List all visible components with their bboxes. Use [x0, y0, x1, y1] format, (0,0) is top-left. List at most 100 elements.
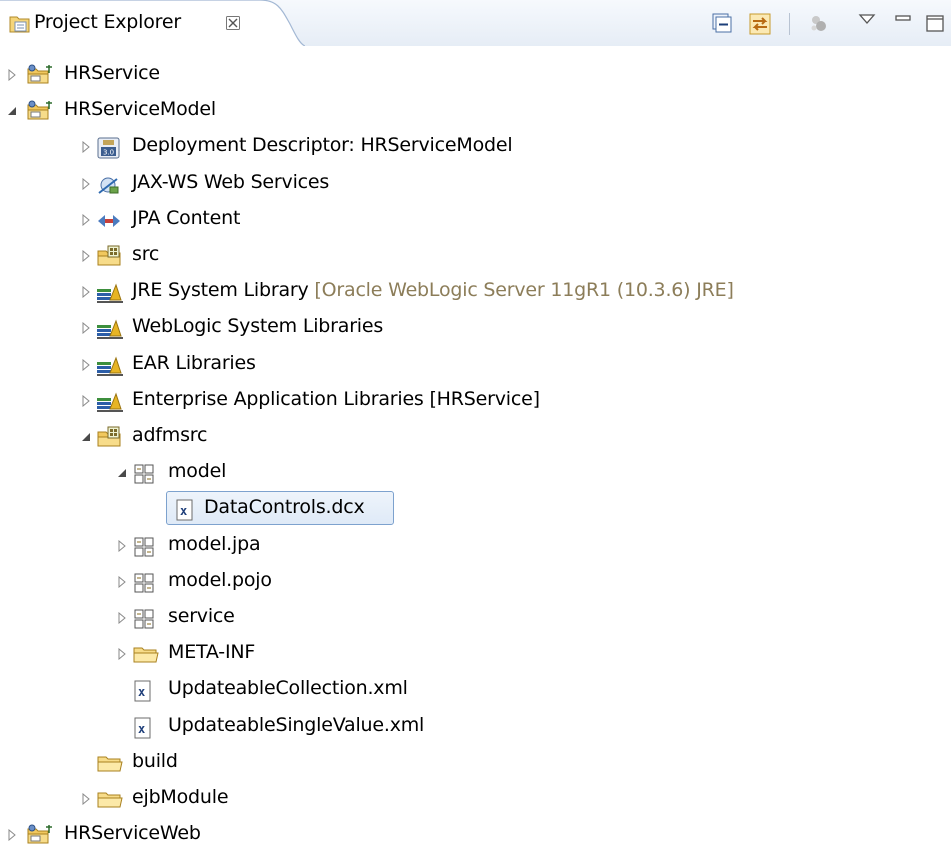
project-icon	[27, 64, 52, 84]
tree-item-label: ejbModule	[132, 786, 229, 808]
tree-item-label: META-INF	[168, 641, 255, 663]
collapse-arrow-icon[interactable]	[116, 467, 128, 479]
tree-item-label: adfmsrc	[132, 424, 207, 446]
deployment-descriptor-icon: 3.0	[97, 137, 120, 159]
tree-item-label: UpdateableSingleValue.xml	[168, 714, 424, 736]
tree-item-text: model	[168, 460, 227, 483]
maximize-icon[interactable]	[924, 12, 946, 34]
source-folder-icon	[97, 245, 121, 266]
tree-item-label: model.pojo	[168, 569, 272, 591]
tree-item-label: src	[132, 243, 159, 265]
tree-item[interactable]: service	[0, 600, 951, 636]
expand-arrow-icon[interactable]	[116, 612, 128, 624]
tree-item[interactable]: model	[0, 455, 951, 491]
tree-item[interactable]: model.jpa	[0, 528, 951, 564]
library-icon	[97, 356, 123, 376]
tree-item[interactable]: build	[0, 745, 951, 781]
expand-arrow-icon[interactable]	[80, 322, 92, 335]
tree-item-label: HRService	[64, 62, 160, 84]
svg-text:x: x	[180, 504, 187, 518]
tree-item[interactable]: EAR Libraries	[0, 347, 951, 383]
tree-item[interactable]: WebLogic System Libraries	[0, 310, 951, 346]
tree-item-label: model	[168, 460, 226, 482]
tree-item[interactable]: JRE System Library [Oracle WebLogic Serv…	[0, 274, 951, 310]
collapse-all-icon[interactable]	[711, 12, 733, 34]
expand-arrow-icon[interactable]	[80, 358, 92, 371]
tree-item[interactable]: JPA Content	[0, 202, 951, 238]
tree-item[interactable]: x DataControls.dcx	[0, 491, 951, 527]
tree-item-text: UpdateableSingleValue.xml	[168, 713, 425, 736]
expand-arrow-icon[interactable]	[80, 793, 92, 805]
tree-item[interactable]: src	[0, 238, 951, 274]
project-icon	[27, 824, 52, 844]
tree-item-text: service	[168, 605, 235, 627]
close-icon[interactable]	[226, 16, 240, 30]
tree-item-text: DataControls.dcx	[204, 496, 365, 519]
minimize-icon[interactable]	[894, 12, 912, 26]
tab-project-explorer[interactable]: Project Explorer	[0, 0, 305, 46]
expand-arrow-icon[interactable]	[116, 648, 128, 661]
web-services-icon	[98, 177, 119, 194]
tree-item[interactable]: 3.0 Deployment Descriptor: HRServiceMode…	[0, 129, 951, 165]
tree-item[interactable]: META-INF	[0, 636, 951, 672]
package-icon	[134, 464, 154, 484]
xml-file-icon: x	[176, 499, 193, 521]
xml-file-icon: x	[134, 717, 151, 739]
collapse-arrow-icon[interactable]	[6, 105, 18, 117]
tree-item[interactable]: HRServiceModel	[0, 93, 951, 129]
tree-item-text: HRServiceWeb	[64, 822, 201, 845]
tree-item-label: WebLogic System Libraries	[132, 315, 383, 337]
tree-item[interactable]: x UpdateableCollection.xml	[0, 672, 951, 708]
tree-item-label: JRE System Library [Oracle WebLogic Serv…	[132, 279, 734, 301]
tree-item-text: build	[132, 749, 178, 772]
tree-item-text: Deployment Descriptor: HRServiceModel	[132, 134, 513, 157]
expand-arrow-icon[interactable]	[80, 250, 92, 262]
project-explorer-icon	[9, 16, 30, 33]
filter-icon[interactable]	[808, 12, 830, 34]
library-icon	[97, 283, 123, 304]
expand-arrow-icon[interactable]	[80, 286, 92, 299]
tree-item[interactable]: Enterprise Application Libraries [HRServ…	[0, 383, 951, 419]
tree-item-text: JRE System Library	[132, 279, 309, 302]
svg-text:x: x	[138, 722, 145, 736]
tree-item-label: JAX-WS Web Services	[132, 171, 329, 193]
svg-text:x: x	[138, 685, 145, 699]
expand-arrow-icon[interactable]	[6, 69, 18, 81]
tree-item[interactable]: adfmsrc	[0, 419, 951, 455]
collapse-arrow-icon[interactable]	[80, 431, 92, 443]
tree-item-label: DataControls.dcx	[204, 496, 365, 518]
tree-item-text: JPA Content	[132, 206, 241, 229]
expand-arrow-icon[interactable]	[80, 213, 92, 226]
tree-item-label: service	[168, 605, 235, 627]
link-with-editor-icon[interactable]	[748, 12, 774, 36]
tree-item-text: META-INF	[168, 641, 256, 664]
tree-item-label: JPA Content	[132, 207, 240, 229]
project-tree[interactable]: HRService HRServiceModel 3.0 Deployment …	[0, 46, 951, 854]
tree-item-text: src	[132, 243, 160, 265]
expand-arrow-icon[interactable]	[80, 141, 92, 154]
tree-item-text: HRServiceModel	[64, 98, 216, 121]
expand-arrow-icon[interactable]	[116, 575, 128, 588]
tree-item[interactable]: model.pojo	[0, 564, 951, 600]
tree-item[interactable]: x UpdateableSingleValue.xml	[0, 709, 951, 745]
tree-item[interactable]: HRService	[0, 57, 951, 93]
expand-arrow-icon[interactable]	[6, 829, 18, 842]
tree-item-text: WebLogic System Libraries	[132, 315, 384, 338]
tree-item-decoration: [Oracle WebLogic Server 11gR1 (10.3.6) J…	[308, 279, 734, 302]
tree-item[interactable]: HRServiceWeb	[0, 817, 951, 853]
jpa-icon	[98, 214, 120, 227]
tree-item-label: HRServiceModel	[64, 98, 216, 120]
xml-file-icon: x	[134, 680, 151, 702]
tree-item[interactable]: ejbModule	[0, 781, 951, 817]
expand-arrow-icon[interactable]	[116, 539, 128, 552]
tree-item-text: model.pojo	[168, 568, 272, 591]
expand-arrow-icon[interactable]	[80, 394, 92, 407]
view-menu-icon[interactable]	[858, 12, 876, 26]
tree-item-text: JAX-WS Web Services	[132, 170, 330, 193]
tree-item-text: ejbModule	[132, 786, 229, 808]
expand-arrow-icon[interactable]	[80, 177, 92, 190]
tree-item-text: HRService	[64, 62, 160, 84]
svg-text:3.0: 3.0	[103, 149, 114, 157]
project-icon	[27, 100, 52, 120]
tree-item[interactable]: JAX-WS Web Services	[0, 166, 951, 202]
